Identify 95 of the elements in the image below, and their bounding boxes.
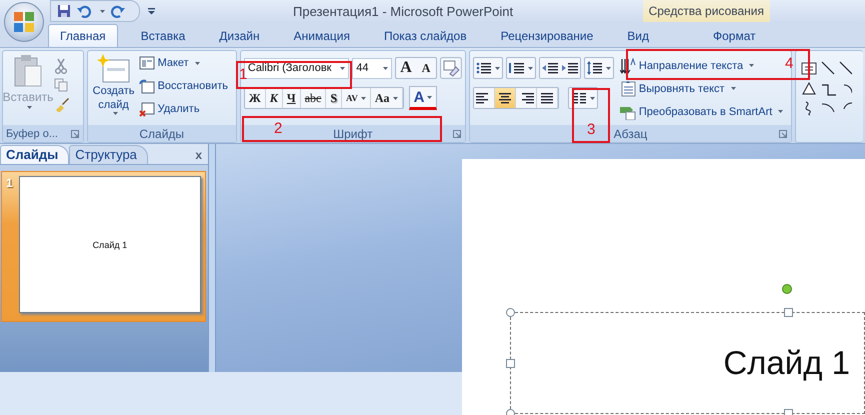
delete-icon <box>138 102 155 116</box>
bold-button[interactable]: Ж <box>244 88 266 108</box>
dialog-launcher-icon <box>70 130 79 138</box>
font-color-button[interactable]: A <box>408 86 438 110</box>
justify-icon <box>538 91 555 105</box>
bullets-icon <box>476 61 492 75</box>
ribbon-tab[interactable]: Вид <box>616 25 660 47</box>
character-spacing-button[interactable]: AV <box>342 88 371 108</box>
ribbon-tab[interactable]: Дизайн <box>208 25 271 47</box>
slide-number: 1 <box>6 176 13 192</box>
annotation-number: 4 <box>785 55 794 72</box>
reset-icon <box>138 78 155 94</box>
numbering-icon <box>508 61 525 75</box>
customize-icon <box>148 8 155 14</box>
ribbon-command[interactable]: Восстановить <box>138 77 228 95</box>
slide-title: Слайд 1 <box>723 344 850 382</box>
copy-icon <box>54 78 68 92</box>
caret-icon <box>590 96 595 100</box>
caret-icon <box>392 96 398 100</box>
underline-button[interactable]: Ч <box>282 88 301 108</box>
caret-icon <box>100 10 105 12</box>
shrink-font-button[interactable]: A <box>416 58 436 78</box>
caret-icon <box>778 110 784 113</box>
align-center-button[interactable] <box>494 88 516 108</box>
ribbon-command[interactable]: Выровнять текст <box>620 79 784 98</box>
ribbon-command[interactable]: Направление текста <box>620 56 784 75</box>
align-left-button[interactable] <box>474 88 495 108</box>
ribbon-tab[interactable]: Вставка <box>130 25 196 47</box>
bullets-button[interactable] <box>472 57 503 79</box>
caret-icon <box>112 112 118 115</box>
caret-icon <box>360 96 366 100</box>
new-slide-icon <box>96 54 131 84</box>
annotation-number: 3 <box>587 121 596 138</box>
window-title: Презентация1 - Microsoft PowerPoint <box>293 4 514 18</box>
caret-icon <box>528 66 533 70</box>
increase-indent-button[interactable] <box>560 58 580 78</box>
decrease-indent-icon <box>542 61 558 75</box>
resize-handle[interactable] <box>784 308 793 317</box>
text-direction-icon <box>620 58 636 74</box>
ribbon-tab[interactable]: Рецензирование <box>490 25 604 47</box>
align-center-icon <box>496 91 513 105</box>
office-logo-icon <box>12 10 36 34</box>
change-case-button[interactable]: Aa <box>370 88 403 108</box>
strikethrough-button[interactable]: abc <box>300 88 326 108</box>
ribbon-command[interactable]: Удалить <box>138 100 228 118</box>
caret-icon <box>749 64 754 67</box>
ribbon-command[interactable]: Макет <box>138 54 228 72</box>
dialog-launcher-icon <box>452 130 461 138</box>
slide-thumbnail[interactable]: 1 Слайд 1 <box>1 171 206 322</box>
clipboard-icon <box>13 54 43 88</box>
new-slide-button[interactable]: Создать слайд <box>90 54 137 122</box>
ribbon-tab[interactable]: Главная <box>48 24 118 47</box>
rotation-handle[interactable] <box>782 284 792 294</box>
pane-tab[interactable]: Структура <box>69 145 148 164</box>
annotation-number: 2 <box>274 120 282 137</box>
ribbon-tab[interactable]: Показ слайдов <box>372 25 478 47</box>
close-button[interactable]: x <box>195 146 202 164</box>
caret-icon <box>427 96 432 98</box>
caret-icon <box>494 66 500 70</box>
clear-formatting-icon <box>440 57 462 79</box>
group-title: Буфер о... <box>6 128 58 140</box>
undo-icon <box>77 4 91 18</box>
ribbon-tab[interactable]: Формат <box>702 25 767 47</box>
caret-icon <box>340 66 346 70</box>
italic-button[interactable]: К <box>266 88 283 108</box>
caret-icon <box>27 106 32 109</box>
layout-icon <box>138 56 155 70</box>
redo-icon <box>111 4 125 18</box>
brush-icon <box>54 96 70 112</box>
group-title: Шрифт <box>333 126 373 140</box>
increase-indent-icon <box>562 61 578 75</box>
line-spacing-icon <box>586 61 603 75</box>
caret-icon <box>606 66 611 70</box>
ribbon-tab[interactable]: Анимация <box>282 25 361 47</box>
slide-preview-title: Слайд 1 <box>92 240 128 250</box>
font-size-field[interactable]: 44 <box>352 58 392 78</box>
group-title: Слайды <box>139 126 184 140</box>
group-title: Абзац <box>614 126 648 140</box>
align-text-icon <box>620 80 636 96</box>
decrease-indent-button[interactable] <box>540 58 560 78</box>
line-spacing-button[interactable] <box>584 57 614 79</box>
caret-icon <box>194 62 200 64</box>
caret-icon <box>383 66 388 70</box>
shadow-button[interactable]: S <box>326 88 342 108</box>
caret-icon <box>730 87 736 90</box>
dialog-launcher-icon <box>779 130 788 138</box>
scissors-icon <box>54 58 68 74</box>
pane-tab[interactable]: Слайды <box>0 145 70 164</box>
numbering-button[interactable] <box>506 57 536 79</box>
resize-handle[interactable] <box>506 359 515 368</box>
contextual-tab-header: Средства рисования <box>642 0 770 22</box>
ribbon-command[interactable]: Преобразовать в SmartArt <box>620 102 784 121</box>
save-icon <box>57 4 71 18</box>
grow-font-button[interactable]: A <box>396 58 416 78</box>
resize-handle[interactable] <box>506 308 515 317</box>
